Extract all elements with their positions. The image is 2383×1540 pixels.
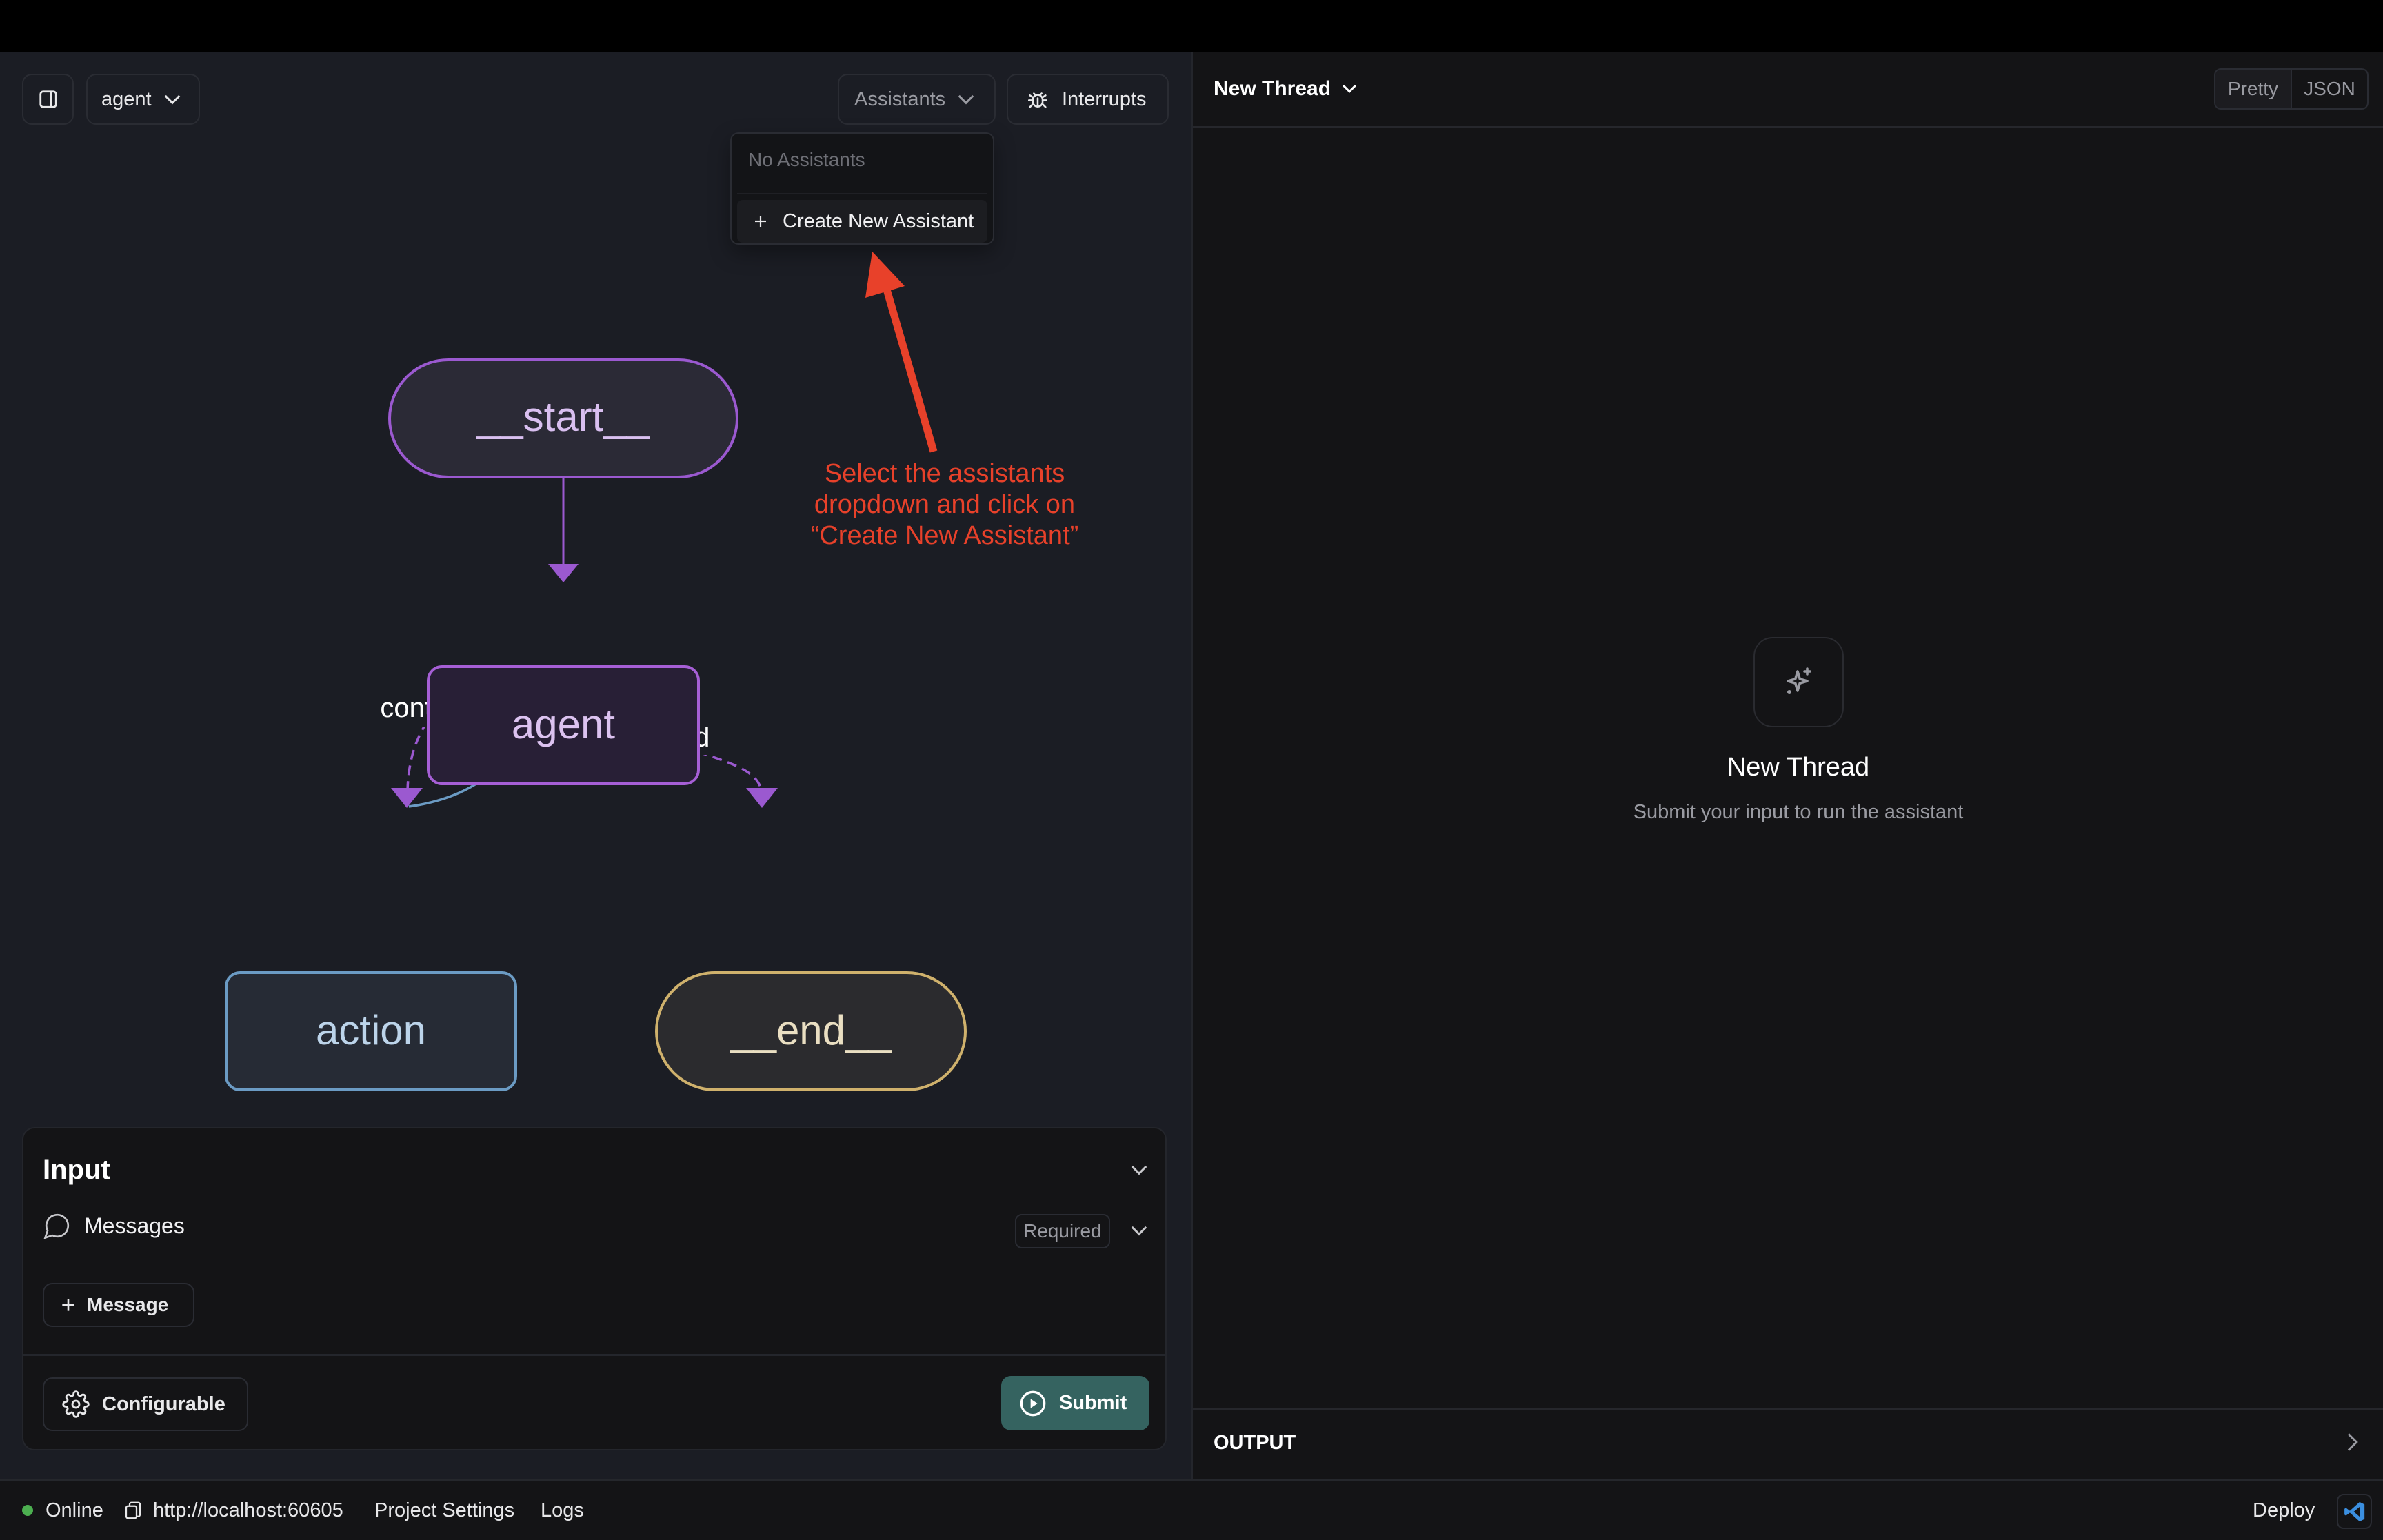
deploy-link[interactable]: Deploy [2253,1481,2315,1540]
copy-icon [125,1501,141,1519]
view-json-button[interactable]: JSON [2292,70,2367,108]
thread-select-label: New Thread [1214,77,1331,100]
plus-icon [62,1299,74,1311]
annotation-arrow-shaft [883,288,938,453]
annotation-line-3: “Create New Assistant” [810,521,1079,550]
vscode-button[interactable] [2337,1494,2372,1529]
empty-thread-title: New Thread [1727,753,1870,782]
project-settings-link[interactable]: Project Settings [374,1481,514,1540]
thread-select-dropdown[interactable]: New Thread [1214,72,1356,106]
configurable-button[interactable]: Configurable [43,1377,248,1431]
chevron-down-icon [1343,79,1356,93]
annotation-line-1: Select the assistants [824,459,1065,488]
vscode-icon [2344,1501,2364,1521]
add-message-button[interactable]: Message [43,1283,194,1327]
input-panel: Input Messages Required Message Configur… [22,1127,1167,1450]
node-action-label: action [316,1007,426,1053]
submit-button[interactable]: Submit [1001,1376,1149,1430]
input-panel-divider [23,1354,1165,1356]
annotation-arrow-head [865,252,905,298]
arrowhead-end [746,788,778,808]
input-title: Input [43,1155,110,1185]
empty-thread-subtitle: Submit your input to run the assistant [1633,801,1964,823]
logs-link[interactable]: Logs [541,1481,584,1540]
submit-label: Submit [1059,1392,1127,1414]
messages-label: Messages [84,1213,185,1238]
node-end[interactable]: __end__ [655,971,967,1091]
node-agent-label: agent [512,701,615,747]
chevron-down-icon [1131,1159,1147,1175]
sparkles-icon [1786,667,1811,694]
annotation-line-2: dropdown and click on [814,490,1076,519]
arrowhead-start-agent [548,564,579,582]
annotation-text: Select the assistants dropdown and click… [772,458,1117,551]
message-bubble-icon [43,1213,70,1239]
add-message-label: Message [87,1294,169,1315]
view-pretty-button[interactable]: Pretty [2215,70,2292,108]
node-start[interactable]: __start__ [388,358,738,478]
server-url: http://localhost:60605 [153,1499,343,1521]
messages-expand-button[interactable] [1127,1218,1152,1243]
thread-header-divider [1193,126,2383,128]
input-collapse-button[interactable] [1127,1157,1152,1182]
chevron-right-icon [2340,1433,2358,1451]
node-action[interactable]: action [225,971,517,1091]
graph-diagram: continue end __start__ agent action __en… [225,252,967,1091]
node-start-label: __start__ [476,394,651,440]
status-label: Online [46,1499,103,1521]
play-circle-icon [1020,1390,1046,1416]
output-section[interactable]: OUTPUT [1193,1408,2383,1479]
node-agent[interactable]: agent [427,665,700,785]
configurable-label: Configurable [102,1392,225,1415]
status-dot-icon [22,1505,33,1516]
gear-icon [62,1390,90,1418]
chevron-down-icon [1131,1219,1147,1236]
node-end-label: __end__ [730,1007,892,1053]
server-url-copy[interactable]: http://localhost:60605 [123,1481,343,1540]
output-label: OUTPUT [1214,1432,1296,1454]
view-toggle: Pretty JSON [2214,68,2369,110]
status-indicator: Online [22,1481,103,1540]
empty-thread-icon-box [1753,637,1844,727]
messages-field: Messages [43,1211,185,1240]
status-bar: Online http://localhost:60605 Project Se… [0,1479,2383,1540]
required-badge: Required [1015,1214,1110,1248]
